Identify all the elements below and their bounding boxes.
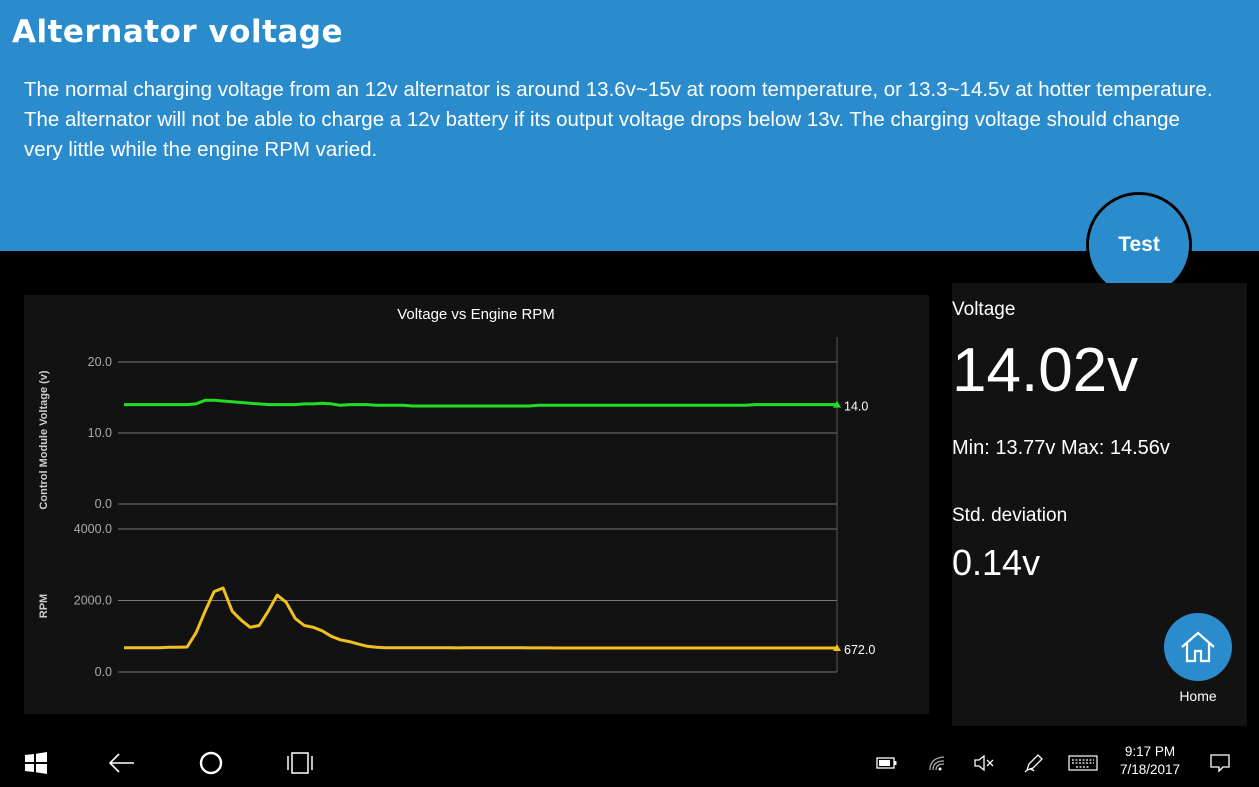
min-max-value: Min: 13.77v Max: 14.56v [952, 437, 1170, 459]
y-tick-label: 20.0 [88, 355, 112, 369]
page-title: Alternator voltage [12, 14, 344, 50]
y-tick-label: 0.0 [95, 665, 112, 679]
wifi-icon[interactable] [924, 738, 952, 787]
voltage-value: 14.02v [952, 336, 1139, 405]
series-end-label: 672.0 [844, 643, 875, 657]
keyboard-icon[interactable] [1066, 738, 1100, 787]
page-description: The normal charging voltage from an 12v … [24, 78, 1213, 161]
clock-time: 9:17 PM [1124, 744, 1176, 759]
pen-icon[interactable] [1020, 738, 1048, 787]
y-tick-label: 2000.0 [74, 594, 112, 608]
cortana-icon[interactable] [191, 738, 231, 787]
notifications-icon[interactable] [1206, 738, 1234, 787]
std-deviation-value: 0.14v [952, 542, 1041, 583]
y-tick-label: 4000.0 [74, 522, 112, 536]
voltage-rpm-chart: Voltage vs Engine RPM 20.0 10.0 0.0 4000.0 2… [24, 295, 929, 714]
series-end-label: 14.0 [844, 400, 868, 414]
test-button-label: Test [1118, 233, 1160, 256]
header-bar: Alternator voltage The normal charging v… [0, 0, 1259, 251]
voltage-series-line [124, 398, 836, 408]
taskbar-clock[interactable]: 9:17 PM 7/18/2017 [1110, 743, 1190, 779]
taskbar: 9:17 PM 7/18/2017 [0, 738, 1259, 787]
home-button[interactable] [1164, 613, 1232, 681]
y-tick-label: 0.0 [95, 497, 112, 511]
y-tick-label: 10.0 [88, 426, 112, 440]
rpm-axis-label: RPM [38, 594, 50, 618]
chart-title: Voltage vs Engine RPM [397, 306, 555, 323]
voltage-axis-label: Control Module Voltage (v) [38, 370, 50, 509]
clock-date: 7/18/2017 [1119, 762, 1181, 777]
test-button[interactable]: Test [1086, 192, 1192, 298]
chart-svg: Voltage vs Engine RPM 20.0 10.0 0.0 4000.0 2… [38, 306, 875, 679]
task-view-icon[interactable] [280, 738, 320, 787]
battery-icon[interactable] [873, 738, 901, 787]
back-icon[interactable] [102, 738, 142, 787]
std-deviation-label: Std. deviation [952, 505, 1068, 526]
volume-muted-icon[interactable] [970, 738, 998, 787]
windows-start-icon[interactable] [16, 738, 56, 787]
rpm-series-line [124, 586, 836, 650]
home-icon [1181, 631, 1215, 663]
home-label: Home [1179, 688, 1217, 704]
voltage-label: Voltage [952, 299, 1016, 320]
